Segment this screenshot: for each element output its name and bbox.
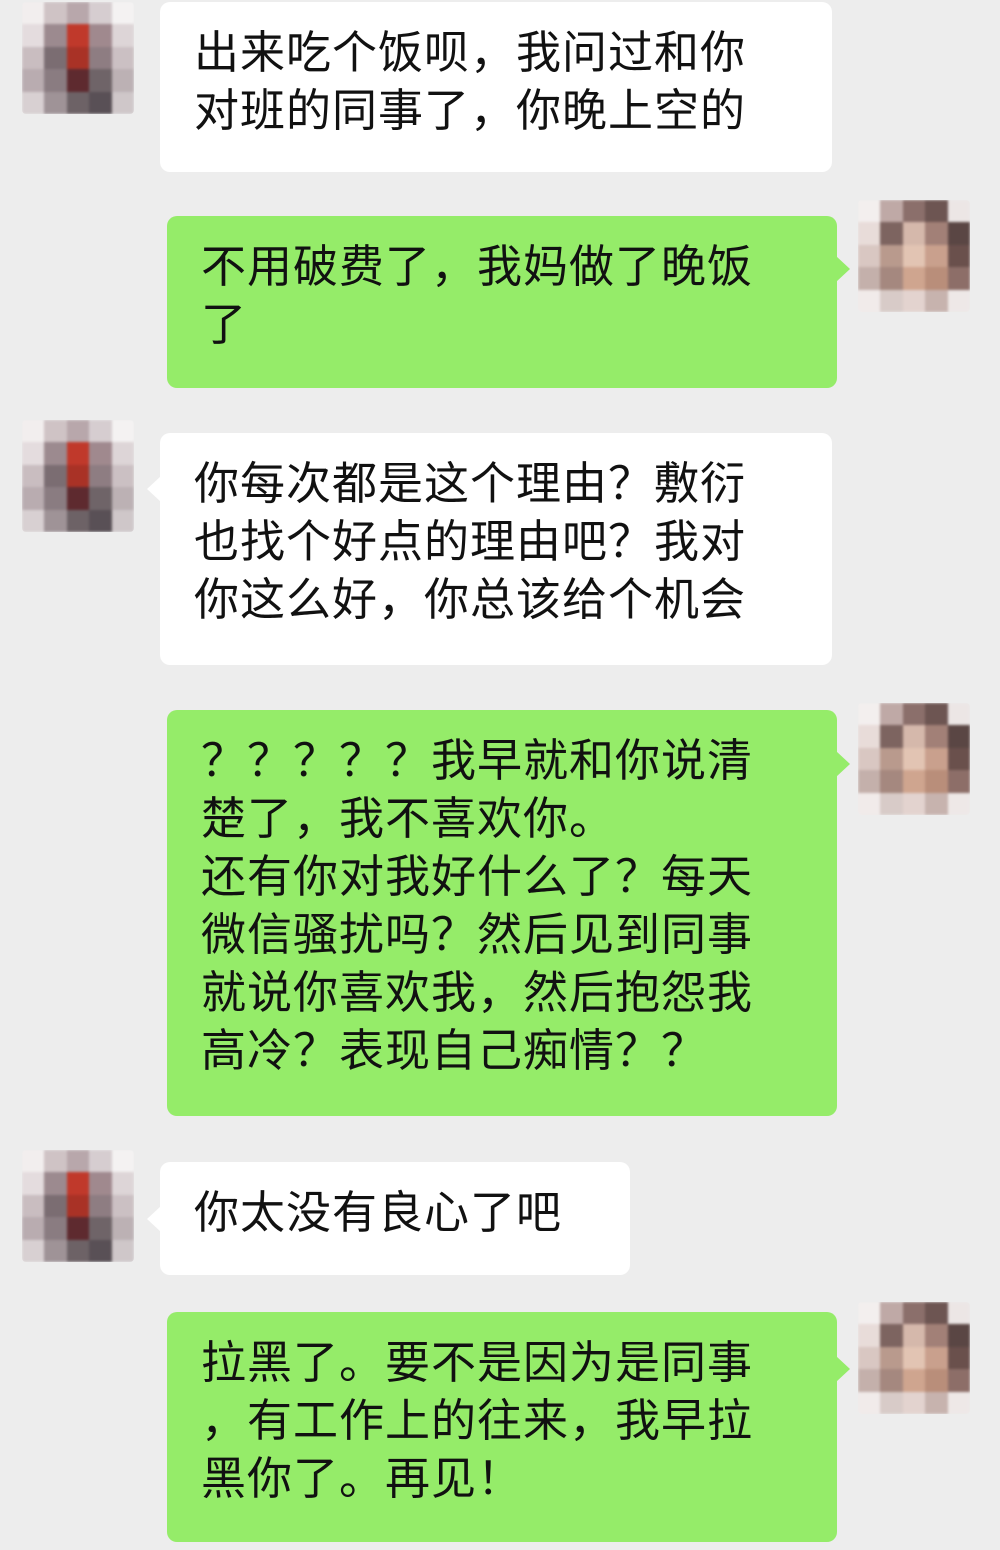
message-bubble-sent[interactable]: 拉黑了。要不是因为是同事 ，有工作上的往来，我早拉 黑你了。再见！ (167, 1312, 837, 1542)
message-bubble-received[interactable]: 出来吃个饭呗，我问过和你 对班的同事了，你晚上空的 (160, 2, 832, 172)
bubble-tail (147, 1206, 161, 1232)
contact-avatar-icon[interactable] (22, 2, 134, 114)
message-bubble-sent[interactable]: ？？？？？我早就和你说清 楚了，我不喜欢你。 还有你对我好什么了？每天 微信骚扰… (167, 710, 837, 1116)
bubble-tail (836, 256, 850, 282)
user-avatar-icon[interactable] (858, 1302, 970, 1414)
user-avatar-icon[interactable] (858, 200, 970, 312)
contact-avatar-icon[interactable] (22, 420, 134, 532)
user-avatar-icon[interactable] (858, 703, 970, 815)
bubble-tail (836, 1356, 850, 1382)
message-bubble-received[interactable]: 你每次都是这个理由？敷衍 也找个好点的理由吧？我对 你这么好，你总该给个机会 (160, 433, 832, 665)
bubble-tail (836, 751, 850, 777)
contact-avatar-icon[interactable] (22, 1150, 134, 1262)
message-bubble-sent[interactable]: 不用破费了，我妈做了晚饭 了 (167, 216, 837, 388)
bubble-tail (147, 476, 161, 502)
message-bubble-received[interactable]: 你太没有良心了吧 (160, 1162, 630, 1275)
